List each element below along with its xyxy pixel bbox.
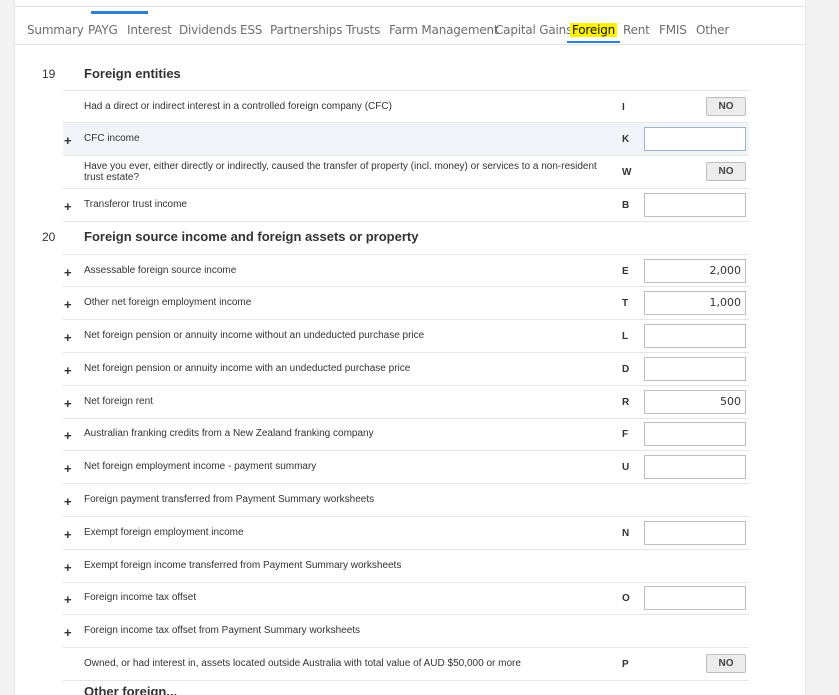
row-code: F bbox=[622, 429, 629, 440]
row-label: Assessable foreign source income bbox=[84, 265, 237, 276]
row-code: U bbox=[622, 462, 630, 473]
row-code: W bbox=[622, 167, 632, 178]
row-net-foreign-employment-payment-summary: + Net foreign employment income - paymen… bbox=[63, 451, 749, 484]
tab-partnerships[interactable]: Partnerships bbox=[270, 23, 342, 37]
expand-plus-icon[interactable]: + bbox=[64, 428, 72, 443]
row-label: CFC income bbox=[84, 133, 140, 144]
row-label: Foreign payment transferred from Payment… bbox=[84, 494, 375, 505]
section-title-partial: Other foreign... bbox=[84, 684, 178, 695]
row-code: O bbox=[622, 593, 630, 604]
section-number: 19 bbox=[42, 67, 56, 81]
row-label: Exempt foreign income transferred from P… bbox=[84, 560, 402, 571]
expand-plus-icon[interactable]: + bbox=[64, 625, 72, 640]
row-label: Transferor trust income bbox=[84, 199, 187, 210]
row-label: Have you ever, either directly or indire… bbox=[84, 161, 597, 183]
tab-dividends[interactable]: Dividends bbox=[179, 23, 237, 37]
yes-no-toggle[interactable]: NO bbox=[706, 654, 746, 673]
amount-input[interactable] bbox=[644, 422, 746, 446]
tab-bar: Summary PAYG Interest Dividends ESS Part… bbox=[15, 11, 805, 45]
row-pension-without-udpp: + Net foreign pension or annuity income … bbox=[63, 320, 749, 353]
tab-summary[interactable]: Summary bbox=[27, 23, 84, 37]
expand-plus-icon[interactable]: + bbox=[64, 560, 72, 575]
row-foreign-income-tax-offset-worksheets: + Foreign income tax offset from Payment… bbox=[63, 615, 749, 648]
row-label: Net foreign pension or annuity income wi… bbox=[84, 363, 411, 374]
section-title: Foreign entities bbox=[84, 66, 181, 81]
row-transferor-trust-income: + Transferor trust income B bbox=[63, 189, 749, 222]
row-foreign-payment-transferred: + Foreign payment transferred from Payme… bbox=[63, 484, 749, 517]
row-code: I bbox=[622, 102, 625, 113]
tab-other[interactable]: Other bbox=[696, 23, 729, 37]
expand-plus-icon[interactable]: + bbox=[64, 265, 72, 280]
row-code: T bbox=[622, 298, 629, 309]
amount-input[interactable] bbox=[644, 127, 746, 151]
row-exempt-foreign-employment-income: + Exempt foreign employment income N bbox=[63, 517, 749, 550]
amount-input[interactable] bbox=[644, 455, 746, 479]
row-assessable-foreign-source-income: + Assessable foreign source income E 2,0… bbox=[63, 254, 749, 287]
tab-foreign[interactable]: Foreign bbox=[566, 23, 621, 43]
amount-input[interactable] bbox=[644, 521, 746, 545]
expand-plus-icon[interactable]: + bbox=[64, 494, 72, 509]
row-cfc-interest: Had a direct or indirect interest in a c… bbox=[63, 90, 749, 123]
expand-plus-icon[interactable]: + bbox=[64, 330, 72, 345]
amount-input[interactable] bbox=[644, 586, 746, 610]
tab-farm-management[interactable]: Farm Management bbox=[389, 23, 499, 37]
row-label: Owned, or had interest in, assets locate… bbox=[84, 658, 521, 669]
tab-rent[interactable]: Rent bbox=[623, 23, 650, 37]
row-pension-with-udpp: + Net foreign pension or annuity income … bbox=[63, 353, 749, 386]
amount-input[interactable]: 1,000 bbox=[644, 291, 746, 315]
expand-plus-icon[interactable]: + bbox=[64, 199, 72, 214]
section-number: 20 bbox=[42, 230, 56, 244]
row-label: Net foreign pension or annuity income wi… bbox=[84, 330, 425, 341]
row-label: Exempt foreign employment income bbox=[84, 527, 244, 538]
row-code: R bbox=[622, 397, 630, 408]
row-transfer-nonresident-trust: Have you ever, either directly or indire… bbox=[63, 156, 749, 189]
amount-input[interactable]: 500 bbox=[644, 390, 746, 414]
section-title: Foreign source income and foreign assets… bbox=[84, 229, 419, 244]
row-code: K bbox=[622, 134, 630, 145]
expand-plus-icon[interactable]: + bbox=[64, 461, 72, 476]
foreign-income-page: Summary PAYG Interest Dividends ESS Part… bbox=[14, 0, 806, 695]
row-foreign-assets-over-50000: Owned, or had interest in, assets locate… bbox=[63, 648, 749, 681]
tab-capital-gains[interactable]: Capital Gains bbox=[495, 23, 572, 37]
section-foreign-entities: 19 Foreign entities bbox=[15, 58, 805, 91]
expand-plus-icon[interactable]: + bbox=[64, 297, 72, 312]
tab-fmis[interactable]: FMIS bbox=[659, 23, 687, 37]
row-label: Other net foreign employment income bbox=[84, 297, 252, 308]
expand-plus-icon[interactable]: + bbox=[64, 133, 72, 148]
row-code: N bbox=[622, 528, 630, 539]
row-label: Foreign income tax offset bbox=[84, 592, 197, 603]
row-net-foreign-rent: + Net foreign rent R 500 bbox=[63, 386, 749, 419]
row-code: B bbox=[622, 200, 630, 211]
row-cfc-income: + CFC income K bbox=[63, 123, 749, 156]
row-code: L bbox=[622, 331, 629, 342]
tab-ess[interactable]: ESS bbox=[240, 23, 262, 37]
row-label: Net foreign employment income - payment … bbox=[84, 461, 317, 472]
row-code: D bbox=[622, 364, 630, 375]
tab-interest[interactable]: Interest bbox=[127, 23, 172, 37]
row-nz-franking-credits: + Australian franking credits from a New… bbox=[63, 418, 749, 451]
row-exempt-foreign-income-transferred: + Exempt foreign income transferred from… bbox=[63, 550, 749, 583]
row-code: P bbox=[622, 659, 629, 670]
amount-input[interactable] bbox=[644, 357, 746, 381]
yes-no-toggle[interactable]: NO bbox=[706, 162, 746, 181]
amount-input[interactable]: 2,000 bbox=[644, 259, 746, 283]
row-label: Net foreign rent bbox=[84, 396, 153, 407]
amount-input[interactable] bbox=[644, 193, 746, 217]
tab-payg[interactable]: PAYG bbox=[88, 23, 118, 37]
row-foreign-income-tax-offset: + Foreign income tax offset O bbox=[63, 582, 749, 615]
section-foreign-source-income: 20 Foreign source income and foreign ass… bbox=[15, 221, 805, 254]
row-label: Australian franking credits from a New Z… bbox=[84, 428, 374, 439]
row-label: Foreign income tax offset from Payment S… bbox=[84, 625, 361, 636]
row-other-net-foreign-employment-income: + Other net foreign employment income T … bbox=[63, 287, 749, 320]
row-code: E bbox=[622, 266, 629, 277]
expand-plus-icon[interactable]: + bbox=[64, 396, 72, 411]
top-divider bbox=[15, 6, 805, 7]
row-label: Had a direct or indirect interest in a c… bbox=[84, 101, 392, 112]
expand-plus-icon[interactable]: + bbox=[64, 527, 72, 542]
tab-trusts[interactable]: Trusts bbox=[346, 23, 380, 37]
expand-plus-icon[interactable]: + bbox=[64, 363, 72, 378]
amount-input[interactable] bbox=[644, 324, 746, 348]
yes-no-toggle[interactable]: NO bbox=[706, 97, 746, 116]
expand-plus-icon[interactable]: + bbox=[64, 592, 72, 607]
